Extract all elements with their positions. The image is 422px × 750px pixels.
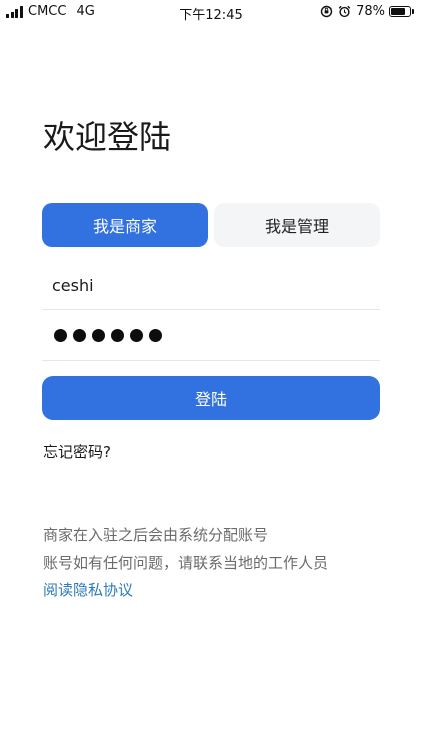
notice-contact-staff: 账号如有任何问题，请联系当地的工作人员 bbox=[43, 554, 329, 572]
username-input[interactable] bbox=[52, 262, 372, 308]
alarm-icon bbox=[338, 5, 351, 18]
notice-account-assignment: 商家在入驻之后会由系统分配账号 bbox=[43, 526, 269, 544]
battery-percentage: 78% bbox=[356, 4, 385, 19]
password-dot bbox=[149, 329, 162, 342]
rotation-lock-icon bbox=[320, 5, 333, 18]
password-dot bbox=[92, 329, 105, 342]
password-dot bbox=[73, 329, 86, 342]
password-dot bbox=[111, 329, 124, 342]
page-title: 欢迎登陆 bbox=[43, 118, 172, 156]
forgot-password-link[interactable]: 忘记密码? bbox=[43, 441, 111, 462]
login-button[interactable]: 登陆 bbox=[42, 376, 380, 420]
admin-role-tab[interactable]: 我是管理 bbox=[214, 203, 380, 247]
status-bar: CMCC 4G 下午12:45 78% bbox=[0, 0, 422, 24]
battery-level-fill bbox=[391, 8, 405, 15]
password-input[interactable] bbox=[54, 329, 168, 342]
battery-icon bbox=[389, 6, 411, 17]
role-selector: 我是商家 我是管理 bbox=[42, 203, 380, 247]
password-dot bbox=[54, 329, 67, 342]
password-dot bbox=[130, 329, 143, 342]
privacy-policy-link[interactable]: 阅读隐私协议 bbox=[43, 579, 133, 600]
status-right: 78% bbox=[320, 4, 414, 19]
battery-cap bbox=[412, 9, 414, 14]
password-field[interactable] bbox=[42, 313, 380, 361]
username-field bbox=[42, 262, 380, 310]
merchant-role-tab[interactable]: 我是商家 bbox=[42, 203, 208, 247]
